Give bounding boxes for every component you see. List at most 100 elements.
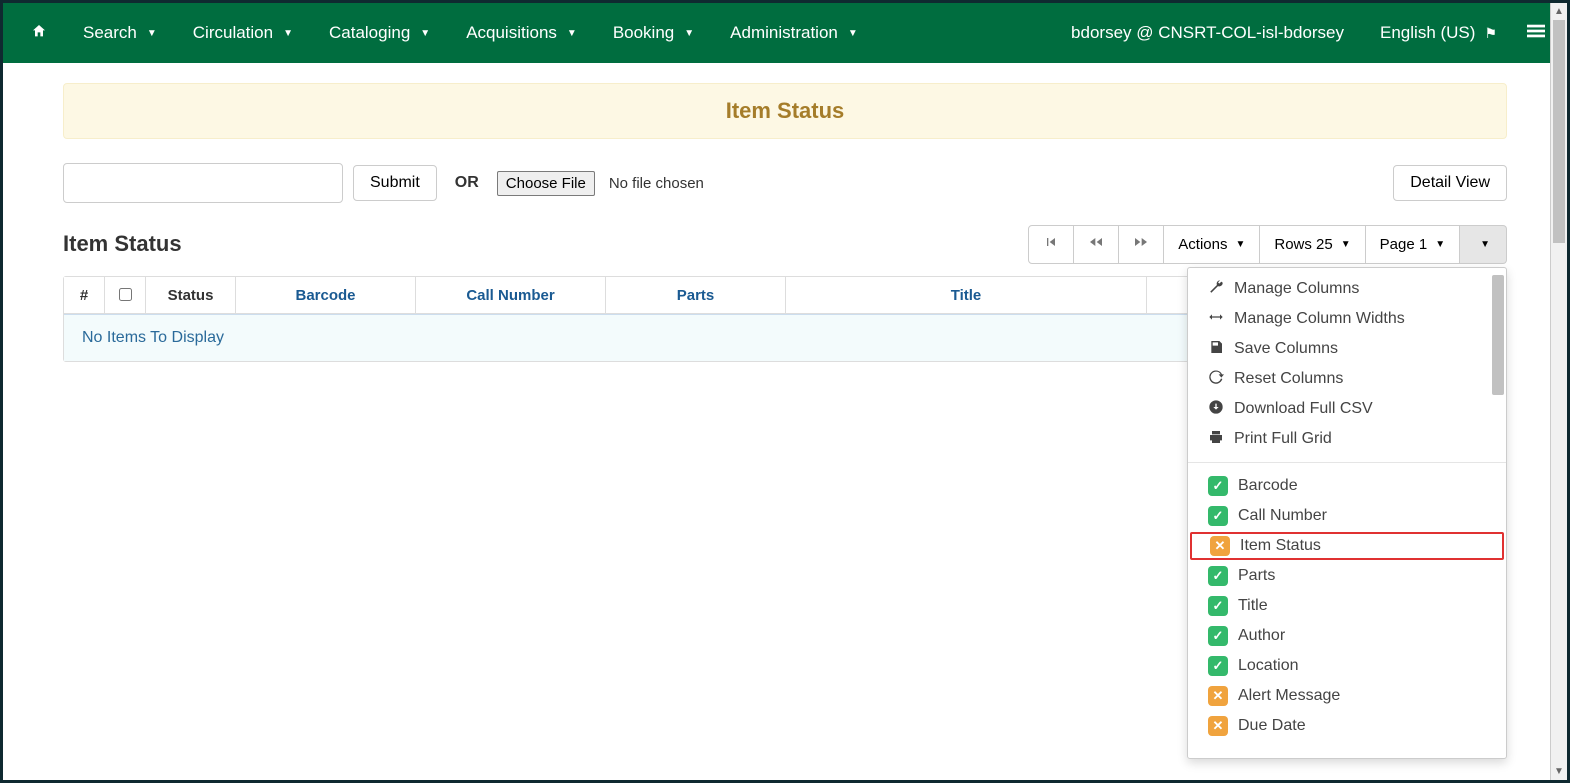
nav-acquisitions[interactable]: Acquisitions ▼ <box>448 3 595 63</box>
panel-scrollbar[interactable] <box>1492 271 1504 755</box>
scroll-down-icon: ▼ <box>1551 763 1567 780</box>
caret-down-icon: ▼ <box>848 28 858 39</box>
nav-administration[interactable]: Administration ▼ <box>712 3 876 63</box>
select-all-checkbox[interactable] <box>119 288 132 301</box>
column-toggle-label: Barcode <box>1238 477 1298 495</box>
page-label: Page 1 <box>1380 236 1428 253</box>
menu-save-columns[interactable]: Save Columns <box>1188 334 1506 364</box>
check-off-icon: ✕ <box>1208 686 1228 706</box>
user-menu[interactable]: bdorsey @ CNSRT-COL-isl-bdorsey <box>1053 3 1362 63</box>
item-toolbar: Submit OR Choose File No file chosen Det… <box>63 163 1507 203</box>
column-toggle-label: Item Status <box>1240 537 1321 555</box>
col-num[interactable]: # <box>64 277 104 314</box>
grid-controls: Actions▼ Rows 25 ▼ Page 1 ▼ ▼ <box>63 225 1507 264</box>
nav-cataloging[interactable]: Cataloging ▼ <box>311 3 448 63</box>
next-icon <box>1133 234 1149 255</box>
caret-down-icon: ▼ <box>420 28 430 39</box>
hamburger-icon <box>1527 24 1545 44</box>
prev-icon <box>1088 234 1104 255</box>
column-toggle-barcode[interactable]: ✓ Barcode <box>1188 471 1506 501</box>
print-icon <box>1208 429 1224 449</box>
home-button[interactable] <box>13 3 65 63</box>
column-toggle-label: Title <box>1238 597 1268 615</box>
first-page-button[interactable] <box>1028 225 1074 264</box>
menu-label: Reset Columns <box>1234 370 1343 388</box>
column-toggle-label: Parts <box>1238 567 1275 585</box>
check-on-icon: ✓ <box>1208 476 1228 496</box>
banner-title: Item Status <box>726 98 845 123</box>
column-toggle-label: Call Number <box>1238 507 1327 525</box>
nav-label: Search <box>83 23 137 43</box>
locale-menu[interactable]: English (US)⚑ <box>1362 3 1515 63</box>
col-select-all[interactable] <box>104 277 145 314</box>
caret-down-icon: ▼ <box>1341 239 1351 250</box>
menu-manage-columns[interactable]: Manage Columns <box>1188 274 1506 304</box>
col-title[interactable]: Title <box>785 277 1146 314</box>
menu-label: Download Full CSV <box>1234 400 1373 418</box>
menu-label: Print Full Grid <box>1234 430 1332 448</box>
check-off-icon: ✕ <box>1210 536 1230 556</box>
refresh-icon <box>1208 369 1224 389</box>
column-toggle-call-number[interactable]: ✓Call Number <box>1188 501 1506 531</box>
caret-down-icon: ▼ <box>1435 239 1445 250</box>
check-on-icon: ✓ <box>1208 566 1228 586</box>
column-toggle-title[interactable]: ✓ Title <box>1188 591 1506 621</box>
submit-button[interactable]: Submit <box>353 165 437 201</box>
check-on-icon: ✓ <box>1208 596 1228 616</box>
menu-reset-columns[interactable]: Reset Columns <box>1188 364 1506 394</box>
arrows-h-icon <box>1208 309 1224 329</box>
caret-down-icon: ▼ <box>1480 239 1490 250</box>
barcode-input[interactable] <box>63 163 343 203</box>
rows-label: Rows 25 <box>1274 236 1332 253</box>
file-status-label: No file chosen <box>609 175 704 192</box>
col-parts[interactable]: Parts <box>605 277 785 314</box>
navbar: Search▼ Circulation▼ Cataloging▼ Acquisi… <box>3 3 1567 63</box>
menu-label: Manage Columns <box>1234 280 1359 298</box>
column-toggle-alert-message[interactable]: ✕Alert Message <box>1188 681 1506 711</box>
save-icon <box>1208 339 1224 359</box>
next-page-button[interactable] <box>1119 225 1164 264</box>
columns-config-dropdown[interactable]: ▼ <box>1460 225 1507 264</box>
menu-print-full-grid[interactable]: Print Full Grid <box>1188 424 1506 454</box>
page-dropdown[interactable]: Page 1 ▼ <box>1366 225 1460 264</box>
nav-label: Acquisitions <box>466 23 557 43</box>
actions-dropdown[interactable]: Actions▼ <box>1164 225 1260 264</box>
nav-label: Cataloging <box>329 23 410 43</box>
col-status[interactable]: Status <box>145 277 235 314</box>
caret-down-icon: ▼ <box>147 28 157 39</box>
column-toggle-author[interactable]: ✓Author <box>1188 621 1506 651</box>
rows-dropdown[interactable]: Rows 25 ▼ <box>1260 225 1365 264</box>
column-toggle-due-date[interactable]: ✕Due Date <box>1188 711 1506 741</box>
column-config-panel: Manage Columns Manage Column WidthsSave C… <box>1187 267 1507 759</box>
scroll-up-icon: ▲ <box>1551 3 1567 20</box>
wrench-icon <box>1208 279 1224 299</box>
nav-label: Circulation <box>193 23 273 43</box>
caret-down-icon: ▼ <box>684 28 694 39</box>
first-icon <box>1043 234 1059 255</box>
col-barcode[interactable]: Barcode <box>235 277 415 314</box>
page-scrollbar[interactable]: ▲ ▼ <box>1550 3 1567 780</box>
caret-down-icon: ▼ <box>1235 239 1245 250</box>
detail-view-button[interactable]: Detail View <box>1393 165 1507 201</box>
or-label: OR <box>455 174 479 192</box>
check-off-icon: ✕ <box>1208 716 1228 736</box>
column-toggle-location[interactable]: ✓ Location <box>1188 651 1506 681</box>
column-toggle-label: Author <box>1238 627 1285 645</box>
prev-page-button[interactable] <box>1074 225 1119 264</box>
nav-circulation[interactable]: Circulation▼ <box>175 3 311 63</box>
check-on-icon: ✓ <box>1208 656 1228 676</box>
choose-file-button[interactable]: Choose File <box>497 171 595 196</box>
page-banner: Item Status <box>63 83 1507 139</box>
column-toggle-label: Location <box>1238 657 1299 675</box>
column-toggle-parts[interactable]: ✓ Parts <box>1188 561 1506 591</box>
nav-booking[interactable]: Booking ▼ <box>595 3 712 63</box>
nav-search[interactable]: Search ▼ <box>65 3 175 63</box>
menu-download-full-csv[interactable]: Download Full CSV <box>1188 394 1506 424</box>
menu-manage-column-widths[interactable]: Manage Column Widths <box>1188 304 1506 334</box>
locale-label: English (US) <box>1380 23 1475 43</box>
nav-label: Administration <box>730 23 838 43</box>
column-toggle-item-status[interactable]: ✕ Item Status <box>1190 532 1504 560</box>
nav-label: Booking <box>613 23 674 43</box>
caret-down-icon: ▼ <box>567 28 577 39</box>
col-call-number[interactable]: Call Number <box>415 277 605 314</box>
